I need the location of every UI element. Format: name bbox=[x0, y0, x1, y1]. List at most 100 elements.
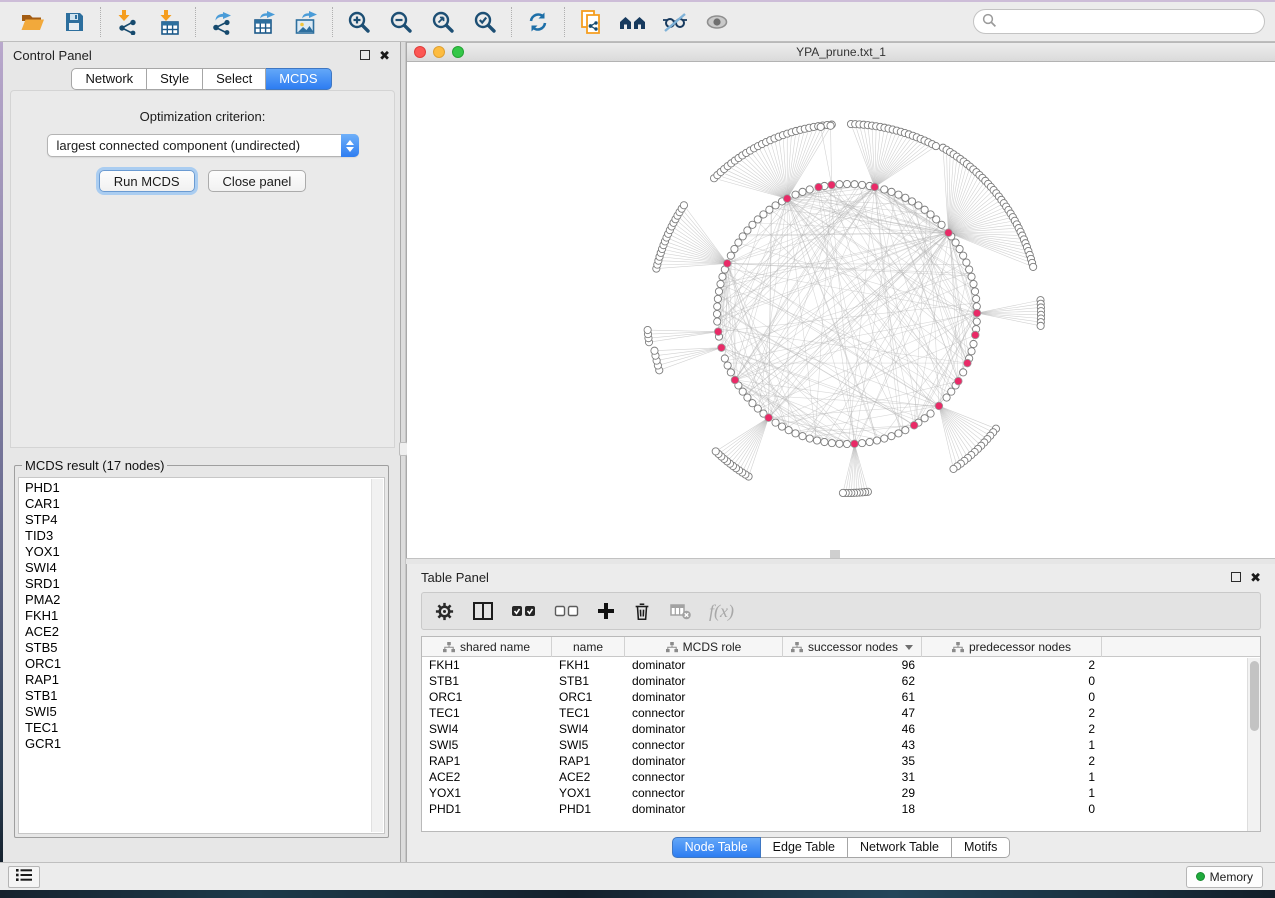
table-cell[interactable]: SWI5 bbox=[552, 738, 625, 752]
network-node[interactable] bbox=[651, 347, 658, 354]
mcds-list-scrollbar[interactable] bbox=[371, 479, 383, 832]
table-cell[interactable]: 96 bbox=[783, 658, 922, 672]
network-node[interactable] bbox=[895, 430, 902, 437]
table-scrollbar-thumb[interactable] bbox=[1250, 661, 1259, 731]
zoom-in-button[interactable] bbox=[342, 7, 376, 37]
mcds-result-item[interactable]: PMA2 bbox=[25, 592, 384, 608]
zoom-selected-button[interactable] bbox=[468, 7, 502, 37]
table-row[interactable]: SWI4SWI4dominator462 bbox=[422, 721, 1260, 737]
network-node[interactable] bbox=[943, 394, 950, 401]
network-hub-node[interactable] bbox=[723, 260, 731, 268]
column-header-MCDS-role[interactable]: MCDS role bbox=[625, 637, 783, 657]
column-header-shared-name[interactable]: shared name bbox=[422, 637, 552, 657]
run-mcds-button[interactable]: Run MCDS bbox=[99, 170, 195, 192]
table-cell[interactable]: ORC1 bbox=[422, 690, 552, 704]
table-cell[interactable]: TEC1 bbox=[422, 706, 552, 720]
network-node[interactable] bbox=[785, 427, 792, 434]
show-all-button[interactable] bbox=[700, 7, 734, 37]
canvas-splitter-handle[interactable] bbox=[830, 550, 840, 558]
mcds-result-item[interactable]: SRD1 bbox=[25, 576, 384, 592]
close-panel-icon[interactable]: ✖ bbox=[379, 49, 390, 62]
table-cell[interactable]: TEC1 bbox=[552, 706, 625, 720]
network-node[interactable] bbox=[792, 191, 799, 198]
delete-column-icon[interactable] bbox=[632, 601, 652, 622]
float-panel-icon[interactable] bbox=[360, 50, 370, 60]
network-node[interactable] bbox=[799, 188, 806, 195]
network-hub-node[interactable] bbox=[871, 183, 879, 191]
table-cell[interactable]: 0 bbox=[922, 690, 1102, 704]
table-cell[interactable]: 31 bbox=[783, 770, 922, 784]
split-panel-icon[interactable] bbox=[472, 601, 494, 621]
network-node[interactable] bbox=[963, 259, 970, 266]
table-cell[interactable]: dominator bbox=[625, 674, 783, 688]
network-hub-node[interactable] bbox=[828, 181, 836, 189]
open-file-button[interactable] bbox=[15, 7, 49, 37]
network-node[interactable] bbox=[715, 288, 722, 295]
network-window-titlebar[interactable]: YPA_prune.txt_1 bbox=[407, 42, 1275, 62]
network-node[interactable] bbox=[968, 348, 975, 355]
float-panel-icon[interactable] bbox=[1231, 572, 1241, 582]
network-node[interactable] bbox=[881, 435, 888, 442]
network-node[interactable] bbox=[792, 430, 799, 437]
refresh-layout-button[interactable] bbox=[521, 7, 555, 37]
table-cell[interactable]: dominator bbox=[625, 722, 783, 736]
column-header-successor-nodes[interactable]: successor nodes bbox=[783, 637, 922, 657]
table-cell[interactable]: 46 bbox=[783, 722, 922, 736]
table-cell[interactable]: STB1 bbox=[552, 674, 625, 688]
network-node[interactable] bbox=[739, 388, 746, 395]
table-cell[interactable]: 62 bbox=[783, 674, 922, 688]
network-node[interactable] bbox=[968, 273, 975, 280]
network-node[interactable] bbox=[714, 295, 721, 302]
column-header-name[interactable]: name bbox=[552, 637, 625, 657]
table-cell[interactable]: 47 bbox=[783, 706, 922, 720]
network-node[interactable] bbox=[766, 206, 773, 213]
tab-select[interactable]: Select bbox=[203, 68, 266, 90]
table-cell[interactable]: SWI5 bbox=[422, 738, 552, 752]
table-cell[interactable]: 43 bbox=[783, 738, 922, 752]
table-cell[interactable]: STB1 bbox=[422, 674, 552, 688]
network-node[interactable] bbox=[971, 288, 978, 295]
optimization-criterion-select[interactable]: largest connected component (undirected) bbox=[47, 134, 359, 157]
network-node[interactable] bbox=[836, 181, 843, 188]
network-hub-node[interactable] bbox=[945, 229, 953, 237]
mcds-result-item[interactable]: ACE2 bbox=[25, 624, 384, 640]
table-cell[interactable]: SWI4 bbox=[552, 722, 625, 736]
network-node[interactable] bbox=[714, 303, 721, 310]
table-cell[interactable]: dominator bbox=[625, 658, 783, 672]
mcds-result-item[interactable]: TID3 bbox=[25, 528, 384, 544]
mcds-result-item[interactable]: CAR1 bbox=[25, 496, 384, 512]
table-cell[interactable]: ORC1 bbox=[552, 690, 625, 704]
save-session-button[interactable] bbox=[57, 7, 91, 37]
network-node[interactable] bbox=[858, 181, 865, 188]
network-node[interactable] bbox=[712, 448, 719, 455]
network-node[interactable] bbox=[908, 198, 915, 205]
network-node[interactable] bbox=[932, 142, 939, 149]
table-cell[interactable]: 0 bbox=[922, 802, 1102, 816]
memory-button[interactable]: Memory bbox=[1186, 866, 1263, 888]
network-hub-node[interactable] bbox=[783, 195, 791, 203]
vertical-splitter[interactable] bbox=[400, 42, 406, 862]
table-cell[interactable]: FKH1 bbox=[422, 658, 552, 672]
table-cell[interactable]: ACE2 bbox=[552, 770, 625, 784]
first-neighbors-button[interactable] bbox=[616, 7, 650, 37]
close-panel-button[interactable]: Close panel bbox=[208, 170, 307, 192]
network-node[interactable] bbox=[973, 295, 980, 302]
network-node[interactable] bbox=[966, 266, 973, 273]
network-node[interactable] bbox=[952, 239, 959, 246]
tab-style[interactable]: Style bbox=[147, 68, 203, 90]
delete-table-icon[interactable] bbox=[669, 601, 692, 621]
network-node[interactable] bbox=[772, 419, 779, 426]
add-column-icon[interactable] bbox=[597, 602, 615, 620]
function-builder-icon[interactable]: f(x) bbox=[709, 601, 734, 622]
tab-network[interactable]: Network bbox=[71, 68, 147, 90]
tab-edge-table[interactable]: Edge Table bbox=[761, 837, 848, 858]
table-scrollbar[interactable] bbox=[1247, 658, 1260, 831]
network-hub-node[interactable] bbox=[964, 359, 972, 367]
hide-selected-button[interactable] bbox=[658, 7, 692, 37]
mcds-result-item[interactable]: ORC1 bbox=[25, 656, 384, 672]
table-row[interactable]: TEC1TEC1connector472 bbox=[422, 705, 1260, 721]
mcds-result-list[interactable]: PHD1CAR1STP4TID3YOX1SWI4SRD1PMA2FKH1ACE2… bbox=[18, 477, 385, 834]
network-node[interactable] bbox=[714, 318, 721, 325]
network-hub-node[interactable] bbox=[731, 376, 739, 384]
network-node[interactable] bbox=[644, 326, 651, 333]
